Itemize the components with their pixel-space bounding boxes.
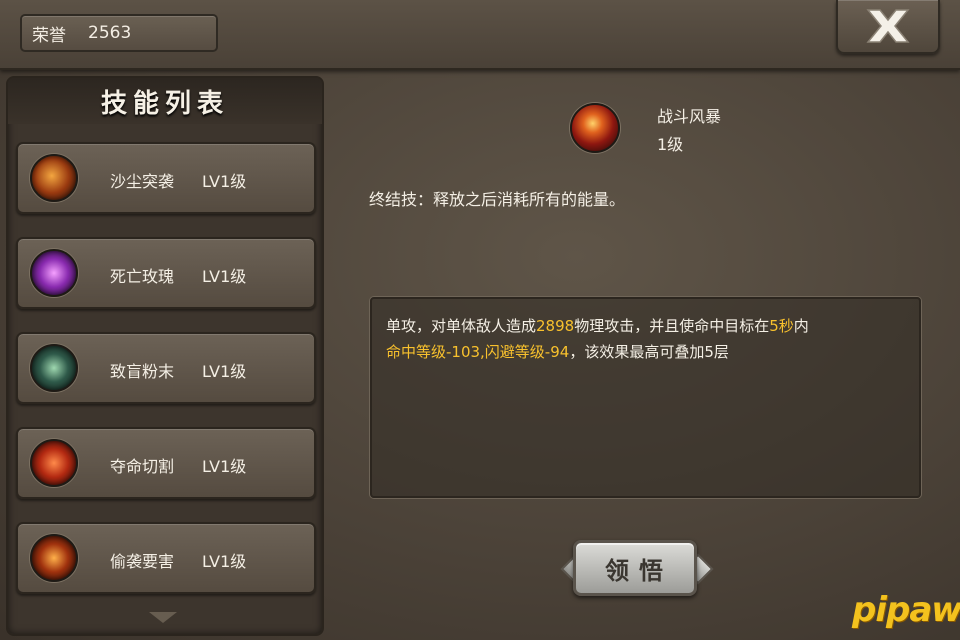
- skill-item-blinding-powder[interactable]: 致盲粉末 LV1级: [16, 332, 316, 404]
- detail-skill-name: 战斗风暴: [657, 107, 722, 126]
- learn-button-label: 领悟: [573, 540, 697, 596]
- watermark-logo: pipaw: [852, 590, 960, 630]
- desc-duration-value: 5秒: [769, 317, 794, 335]
- scroll-down-arrow-icon[interactable]: [149, 612, 177, 623]
- skill-name: 死亡玫瑰: [110, 267, 175, 286]
- skill-name: 致盲粉末: [110, 362, 175, 381]
- desc-text: ，该效果最高可叠加5层: [569, 343, 729, 361]
- desc-damage-value: 2898: [536, 317, 575, 335]
- honor-value: 2563: [88, 23, 132, 43]
- skill-list-panel: 技能列表 沙尘突袭 LV1级 死亡玫瑰 LV1级 致盲粉末 LV1级 夺命切割 …: [6, 76, 324, 636]
- desc-text: 单攻，对单体敌人造成: [386, 317, 537, 335]
- skill-description-box: 单攻，对单体敌人造成2898物理攻击，并且使命中目标在5秒内 命中等级-103,…: [370, 297, 921, 498]
- close-x-icon: [866, 9, 910, 43]
- skill-item-sand-strike[interactable]: 沙尘突袭 LV1级: [16, 142, 316, 214]
- skill-level: LV1级: [202, 552, 247, 571]
- skill-level: LV1级: [202, 172, 247, 191]
- honor-display: 荣誉 2563: [20, 14, 218, 52]
- sneak-attack-icon: [30, 534, 78, 582]
- skill-name: 偷袭要害: [110, 552, 175, 571]
- top-bar: 荣誉 2563: [0, 0, 960, 70]
- detail-skill-level: 1级: [657, 135, 684, 154]
- skill-level: LV1级: [202, 457, 247, 476]
- sand-strike-icon: [30, 154, 78, 202]
- skill-item-sneak-attack[interactable]: 偷袭要害 LV1级: [16, 522, 316, 594]
- blinding-powder-icon: [30, 344, 78, 392]
- skill-level: LV1级: [202, 362, 247, 381]
- death-rose-icon: [30, 249, 78, 297]
- learn-button[interactable]: 领悟: [560, 538, 714, 598]
- honor-label: 荣誉: [32, 25, 66, 46]
- close-button[interactable]: [836, 0, 940, 54]
- detail-skill-type: 终结技：释放之后消耗所有的能量。: [369, 190, 626, 209]
- deadly-cut-icon: [30, 439, 78, 487]
- skill-name: 夺命切割: [110, 457, 175, 476]
- battle-storm-icon: [570, 103, 620, 153]
- skill-name: 沙尘突袭: [110, 172, 175, 191]
- desc-debuff-value: 命中等级-103,闪避等级-94: [386, 343, 570, 361]
- desc-text: 内: [793, 317, 809, 335]
- skill-item-death-rose[interactable]: 死亡玫瑰 LV1级: [16, 237, 316, 309]
- skill-level: LV1级: [202, 267, 247, 286]
- desc-text: 物理攻击，并且使命中目标在: [574, 317, 770, 335]
- skill-item-deadly-cut[interactable]: 夺命切割 LV1级: [16, 427, 316, 499]
- skill-list-title: 技能列表: [8, 78, 322, 124]
